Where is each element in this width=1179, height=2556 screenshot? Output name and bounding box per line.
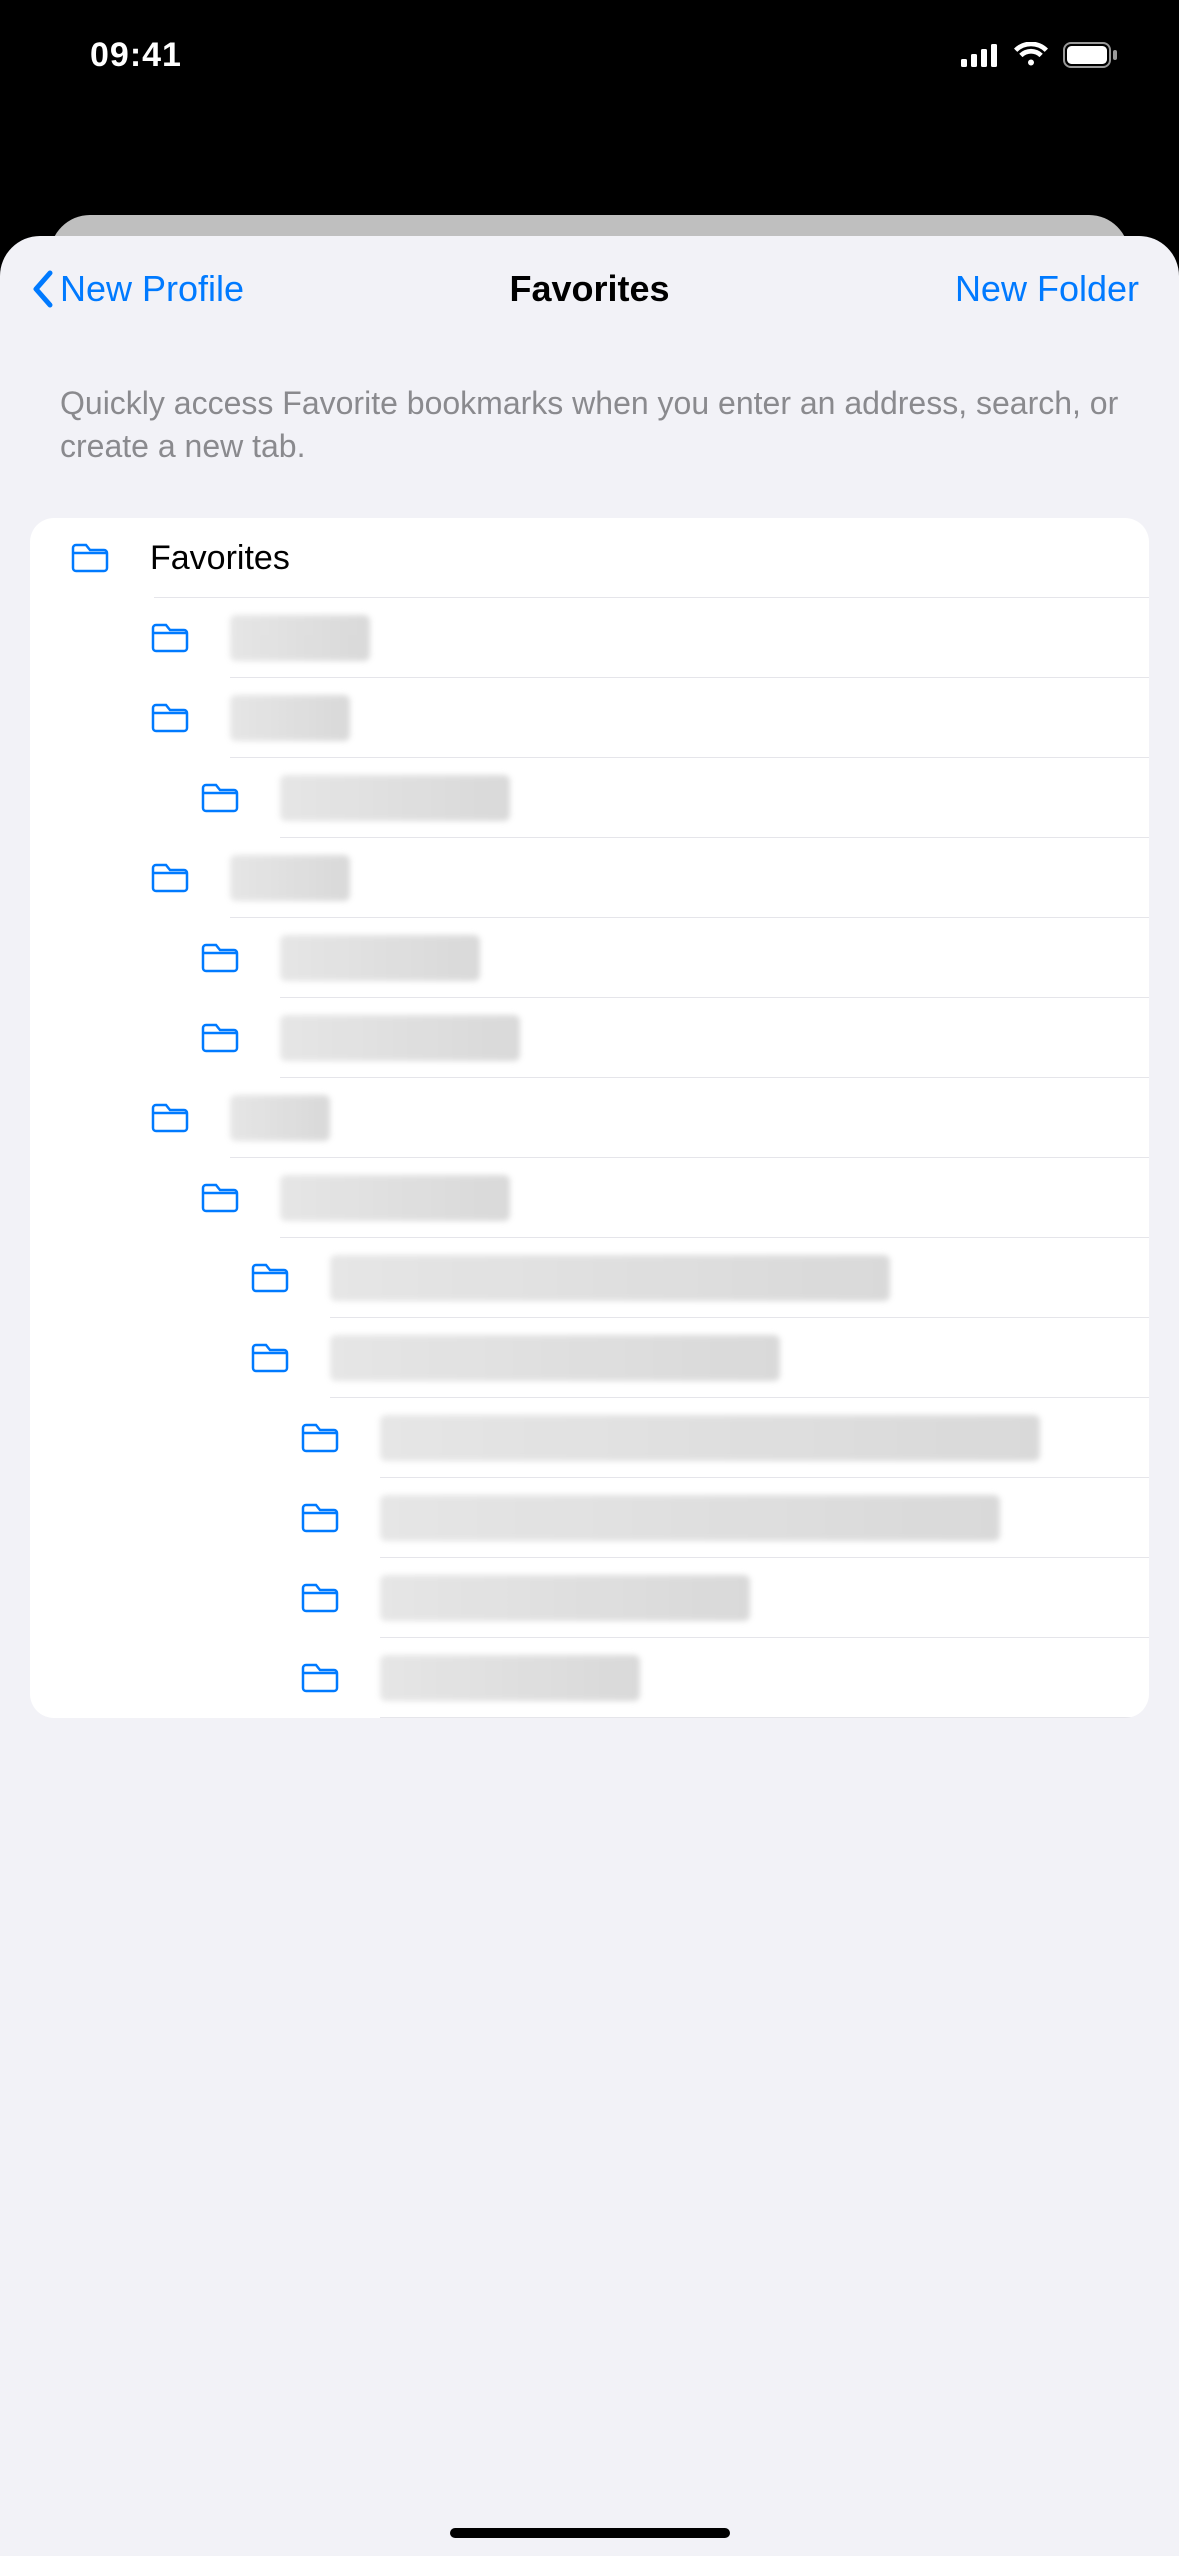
- folder-label-redacted: [330, 1335, 780, 1381]
- folder-row[interactable]: [30, 1158, 1149, 1238]
- folder-icon: [300, 1662, 340, 1694]
- folder-icon: [300, 1582, 340, 1614]
- description-text: Quickly access Favorite bookmarks when y…: [0, 342, 1179, 518]
- back-label: New Profile: [60, 268, 244, 310]
- folder-label-redacted: [380, 1575, 750, 1621]
- folder-icon: [300, 1422, 340, 1454]
- folder-icon: [150, 1102, 190, 1134]
- folder-row[interactable]: [30, 918, 1149, 998]
- wifi-icon: [1013, 42, 1049, 68]
- battery-icon: [1063, 42, 1119, 68]
- folder-row[interactable]: [30, 838, 1149, 918]
- folder-label-redacted: [380, 1655, 640, 1701]
- folder-icon: [300, 1502, 340, 1534]
- folder-label-redacted: [280, 1015, 520, 1061]
- folder-icon: [200, 782, 240, 814]
- folder-label-redacted: [280, 1175, 510, 1221]
- status-bar: 09:41: [0, 0, 1179, 110]
- folder-list: Favorites: [30, 518, 1149, 1718]
- folder-icon: [70, 542, 110, 574]
- folder-label-redacted: [330, 1255, 890, 1301]
- folder-label-redacted: [380, 1495, 1000, 1541]
- nav-bar: New Profile Favorites New Folder: [0, 236, 1179, 342]
- folder-label-redacted: [280, 935, 480, 981]
- status-time: 09:41: [90, 36, 182, 75]
- folder-row[interactable]: [30, 1638, 1149, 1718]
- folder-label: Favorites: [150, 539, 290, 578]
- folder-icon: [200, 1022, 240, 1054]
- folder-label-redacted: [230, 615, 370, 661]
- folder-label-redacted: [230, 1095, 330, 1141]
- folder-row[interactable]: [30, 598, 1149, 678]
- folder-row[interactable]: [30, 678, 1149, 758]
- folder-row[interactable]: [30, 1478, 1149, 1558]
- folder-row[interactable]: [30, 1318, 1149, 1398]
- folder-row[interactable]: [30, 1398, 1149, 1478]
- folder-row[interactable]: [30, 758, 1149, 838]
- folder-icon: [250, 1262, 290, 1294]
- folder-label-redacted: [280, 775, 510, 821]
- favorites-sheet: New Profile Favorites New Folder Quickly…: [0, 236, 1179, 2556]
- status-icons: [961, 42, 1119, 68]
- folder-icon: [200, 942, 240, 974]
- folder-icon: [150, 862, 190, 894]
- back-button[interactable]: New Profile: [30, 268, 244, 310]
- cellular-icon: [961, 43, 999, 67]
- folder-icon: [200, 1182, 240, 1214]
- folder-row[interactable]: [30, 1238, 1149, 1318]
- folder-row[interactable]: [30, 998, 1149, 1078]
- new-folder-button[interactable]: New Folder: [955, 268, 1139, 310]
- home-indicator: [450, 2528, 730, 2538]
- chevron-left-icon: [30, 269, 54, 309]
- folder-label-redacted: [380, 1415, 1040, 1461]
- folder-row-root[interactable]: Favorites: [30, 518, 1149, 598]
- folder-row[interactable]: [30, 1558, 1149, 1638]
- folder-icon: [150, 702, 190, 734]
- folder-icon: [250, 1342, 290, 1374]
- page-title: Favorites: [509, 268, 669, 310]
- folder-row[interactable]: [30, 1078, 1149, 1158]
- folder-label-redacted: [230, 695, 350, 741]
- folder-icon: [150, 622, 190, 654]
- folder-label-redacted: [230, 855, 350, 901]
